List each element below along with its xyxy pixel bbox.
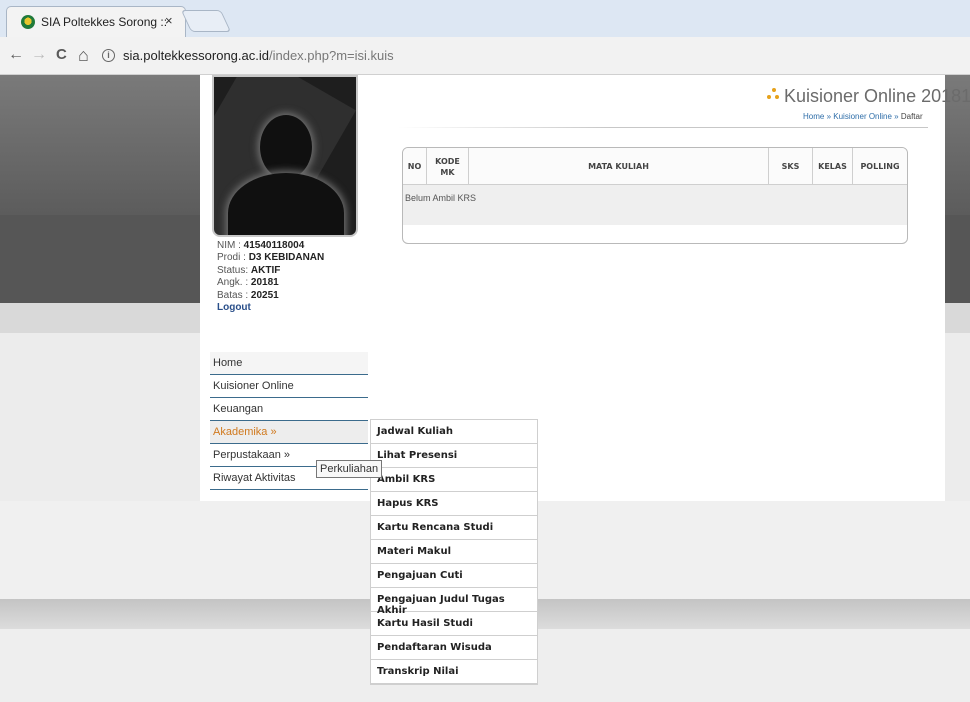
prodi-value: D3 KEBIDANAN bbox=[248, 252, 325, 264]
browser-tabstrip: SIA Poltekkes Sorong :: × bbox=[0, 0, 970, 37]
submenu-item-materi-makul[interactable]: Materi Makul bbox=[371, 540, 537, 564]
col-header-kode-mk: KODE MK bbox=[427, 148, 469, 185]
col-header-no: NO bbox=[403, 148, 427, 185]
page-title: Kuisioner Online 20181 bbox=[784, 86, 970, 106]
status-value: AKTIF bbox=[250, 264, 281, 276]
site-favicon-icon bbox=[21, 15, 35, 29]
table-header: NO KODE MK MATA KULIAH SKS KELAS POLLING bbox=[403, 148, 907, 185]
submenu-item-hapus-krs[interactable]: Hapus KRS bbox=[371, 492, 537, 516]
submenu-item-jadwal-kuliah[interactable]: Jadwal Kuliah bbox=[371, 420, 537, 444]
breadcrumb-current: Daftar bbox=[900, 112, 923, 121]
col-header-polling: POLLING bbox=[860, 162, 900, 171]
sidebar-item-kuisioner-online[interactable]: Kuisioner Online bbox=[210, 375, 368, 398]
breadcrumb-separator: » bbox=[891, 112, 901, 121]
breadcrumb: Home » Kuisioner Online » Daftar bbox=[803, 112, 923, 121]
logout-link[interactable]: Logout bbox=[217, 302, 324, 314]
submenu-item-transkrip-nilai[interactable]: Transkrip Nilai bbox=[371, 660, 537, 684]
table-row: Belum Ambil KRS bbox=[403, 185, 907, 225]
address-bar[interactable]: sia.poltekkessorong.ac.id/index.php?m=is… bbox=[123, 48, 394, 63]
status-line: Status: AKTIF bbox=[217, 265, 324, 277]
tooltip: Perkuliahan bbox=[316, 460, 383, 478]
nim-label: NIM : bbox=[217, 240, 244, 251]
site-info-icon[interactable]: i bbox=[102, 49, 115, 62]
breadcrumb-separator: » bbox=[824, 112, 834, 121]
silhouette-head bbox=[260, 115, 312, 179]
batas-line: Batas : 20251 bbox=[217, 290, 324, 302]
submenu-item-lihat-presensi[interactable]: Lihat Presensi bbox=[371, 444, 537, 468]
course-table: NO KODE MK MATA KULIAH SKS KELAS POLLING… bbox=[402, 147, 908, 244]
col-header-mata-kuliah: MATA KULIAH bbox=[469, 148, 769, 185]
url-host: sia.poltekkessorong.ac.id bbox=[123, 48, 269, 63]
sidebar-item-akademika[interactable]: Akademika » bbox=[210, 421, 368, 444]
batas-value: 20251 bbox=[250, 289, 279, 301]
forward-icon[interactable]: → bbox=[31, 46, 47, 64]
title-dots-icon bbox=[767, 88, 781, 100]
submenu-item-pengajuan-judul-ta[interactable]: Pengajuan Judul Tugas Akhir bbox=[371, 588, 537, 616]
angk-label: Angk. : bbox=[217, 277, 251, 289]
status-label: Status: bbox=[217, 264, 251, 276]
url-path: /index.php?m=isi.kuis bbox=[268, 48, 394, 63]
col-header-kelas: KELAS bbox=[813, 148, 853, 185]
browser-tab[interactable]: SIA Poltekkes Sorong :: × bbox=[6, 6, 186, 37]
akademika-submenu: Jadwal Kuliah Lihat Presensi Ambil KRS H… bbox=[370, 419, 538, 685]
breadcrumb-home[interactable]: Home bbox=[803, 112, 824, 121]
prodi-label: Prodi : bbox=[217, 252, 249, 264]
student-profile: NIM : 41540118004 Prodi : D3 KEBIDANAN S… bbox=[217, 240, 324, 314]
nim-value: 41540118004 bbox=[243, 240, 305, 251]
sidebar-item-keuangan[interactable]: Keuangan bbox=[210, 398, 368, 421]
batas-label: Batas : bbox=[217, 289, 251, 301]
breadcrumb-kuisioner[interactable]: Kuisioner Online bbox=[833, 112, 892, 121]
reload-icon[interactable]: C bbox=[56, 46, 67, 64]
sidebar-item-home[interactable]: Home bbox=[210, 352, 368, 375]
nim-line: NIM : 41540118004 bbox=[217, 240, 324, 252]
submenu-item-pengajuan-cuti[interactable]: Pengajuan Cuti bbox=[371, 564, 537, 588]
submenu-item-ambil-krs[interactable]: Ambil KRS bbox=[371, 468, 537, 492]
new-tab-button[interactable] bbox=[180, 10, 232, 32]
angk-value: 20181 bbox=[250, 277, 279, 289]
angk-line: Angk. : 20181 bbox=[217, 277, 324, 289]
title-divider bbox=[398, 127, 928, 128]
submenu-item-pendaftaran-wisuda[interactable]: Pendaftaran Wisuda bbox=[371, 636, 537, 660]
browser-toolbar: ← → C ⌂ i sia.poltekkessorong.ac.id/inde… bbox=[0, 37, 970, 75]
col-header-sks: SKS bbox=[769, 148, 813, 185]
prodi-line: Prodi : D3 KEBIDANAN bbox=[217, 252, 324, 264]
submenu-item-kartu-rencana-studi[interactable]: Kartu Rencana Studi bbox=[371, 516, 537, 540]
empty-message: Belum Ambil KRS bbox=[405, 193, 477, 203]
tab-title: SIA Poltekkes Sorong :: bbox=[41, 15, 168, 29]
tab-close-icon[interactable]: × bbox=[165, 13, 173, 28]
back-icon[interactable]: ← bbox=[8, 46, 24, 64]
avatar bbox=[212, 75, 358, 237]
home-icon[interactable]: ⌂ bbox=[78, 46, 89, 64]
